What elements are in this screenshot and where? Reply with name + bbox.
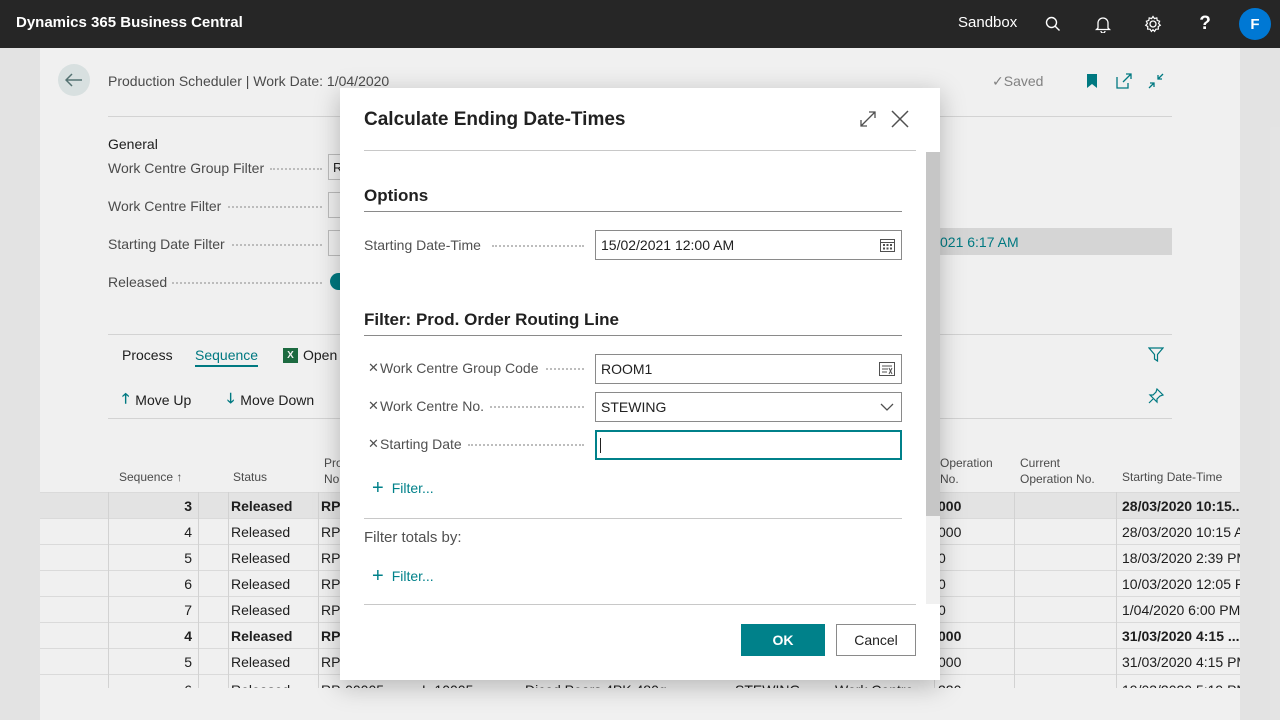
dialog-header-divider [364, 150, 916, 151]
work-centre-group-code-label: Work Centre Group Code [380, 360, 539, 376]
work-centre-group-code-input[interactable]: ROOM1 [595, 354, 902, 384]
chevron-down-icon[interactable] [879, 399, 895, 415]
dots-leader [492, 245, 584, 247]
starting-date-input[interactable] [595, 430, 902, 460]
starting-datetime-label: Starting Date-Time [364, 237, 481, 253]
filter-heading[interactable]: Filter: Prod. Order Routing Line [364, 310, 902, 336]
filter-totals-label: Filter totals by: [364, 529, 462, 546]
work-centre-no-label: Work Centre No. [380, 398, 484, 414]
starting-datetime-input[interactable]: 15/02/2021 12:00 AM [595, 230, 902, 260]
help-icon[interactable]: ? [1193, 12, 1217, 36]
options-heading[interactable]: Options [364, 186, 902, 212]
text-cursor [600, 438, 601, 453]
dots-leader [490, 406, 584, 408]
dialog-title: Calculate Ending Date-Times [364, 109, 626, 130]
gear-icon[interactable] [1141, 12, 1165, 36]
add-totals-filter-label: Filter... [391, 568, 434, 584]
bell-icon[interactable] [1091, 12, 1115, 36]
remove-filter-icon[interactable]: ✕ [368, 398, 379, 414]
divider [364, 518, 902, 519]
plus-icon: + [372, 477, 384, 499]
divider [364, 604, 916, 605]
lookup-icon[interactable] [879, 361, 895, 377]
dots-leader [546, 368, 584, 370]
cancel-button[interactable]: Cancel [836, 624, 916, 656]
plus-icon: + [372, 565, 384, 587]
calendar-icon[interactable] [879, 237, 895, 253]
remove-filter-icon[interactable]: ✕ [368, 436, 379, 452]
work-centre-group-code-value: ROOM1 [601, 361, 653, 377]
dots-leader [468, 444, 584, 446]
calculate-ending-date-times-dialog: Calculate Ending Date-Times Options Star… [340, 88, 940, 680]
expand-icon[interactable] [857, 108, 879, 130]
starting-datetime-value: 15/02/2021 12:00 AM [601, 237, 735, 253]
scrollbar-thumb[interactable] [926, 152, 940, 516]
remove-filter-icon[interactable]: ✕ [368, 360, 379, 376]
add-filter-button[interactable]: + Filter... [372, 477, 434, 499]
avatar[interactable]: F [1239, 8, 1271, 40]
close-icon[interactable] [889, 108, 911, 130]
add-filter-label: Filter... [391, 480, 434, 496]
environment-label[interactable]: Sandbox [958, 14, 1017, 31]
work-centre-no-value: STEWING [601, 399, 667, 415]
app-title[interactable]: Dynamics 365 Business Central [16, 14, 243, 31]
ok-button[interactable]: OK [741, 624, 825, 656]
add-totals-filter-button[interactable]: + Filter... [372, 565, 434, 587]
search-icon[interactable] [1041, 12, 1065, 36]
starting-date-label: Starting Date [380, 436, 462, 452]
app-bar: Dynamics 365 Business Central Sandbox ? … [0, 0, 1280, 48]
work-centre-no-input[interactable]: STEWING [595, 392, 902, 422]
